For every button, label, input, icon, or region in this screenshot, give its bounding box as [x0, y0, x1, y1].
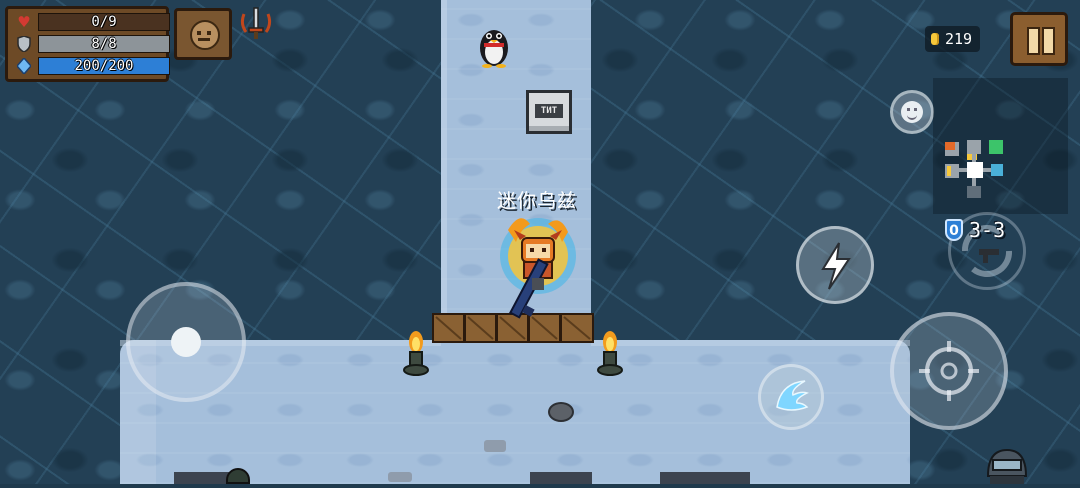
debris [388, 472, 412, 482]
rock [548, 402, 574, 422]
stone-block [530, 472, 592, 484]
minimap-room [989, 140, 1003, 154]
emote-button[interactable] [890, 90, 934, 134]
crosshair-icon [919, 341, 979, 401]
coin-count: 219 [945, 30, 973, 48]
debris [484, 440, 506, 452]
minimap-current-room [967, 162, 983, 178]
armor-row: 8/8 [14, 35, 170, 54]
coin-counter: 219 [925, 26, 981, 52]
armor-bar: 8/8 [38, 35, 170, 53]
minimap-room [967, 186, 981, 198]
smiley-icon [901, 101, 923, 123]
minimap-corridor [972, 178, 976, 186]
player-character [490, 210, 586, 326]
minimap-corridor [983, 168, 991, 172]
armor-value: 8/8 [91, 36, 117, 52]
pause-icon [1027, 27, 1040, 55]
corridor-edge [441, 0, 447, 340]
player-name-label: 迷你乌兹 [496, 190, 577, 212]
attack-button[interactable] [890, 312, 1008, 430]
minimap-room-start [945, 142, 955, 150]
minimap-room [967, 140, 981, 154]
tnt-label: TNT [535, 104, 563, 118]
torch-right [596, 330, 624, 376]
character-portrait-button[interactable] [174, 8, 232, 60]
stone-block [660, 472, 750, 484]
penguin-pet [476, 24, 512, 68]
tnt-crate: TNT [526, 90, 572, 134]
level-indicator: 0 3-3 [945, 218, 1005, 242]
level-badge-icon: 0 [945, 219, 963, 241]
energy-value: 200/200 [74, 58, 134, 74]
minimap-corridor [959, 168, 967, 172]
pause-icon [1042, 27, 1055, 55]
helmet-icon[interactable] [984, 446, 1030, 484]
movement-joystick[interactable] [126, 282, 246, 402]
minimap-corridor [972, 154, 976, 162]
minimap-room [991, 164, 1003, 176]
heart-icon: ♥ [17, 13, 31, 31]
lightning-icon [821, 242, 851, 290]
health-bar: 0/9 [38, 13, 170, 31]
character-face-icon [190, 20, 220, 50]
shield-icon [16, 36, 32, 52]
energy-row: 200/200 [14, 57, 170, 76]
room-edge [591, 340, 910, 346]
skill-button[interactable] [796, 226, 874, 304]
minimap[interactable] [933, 78, 1068, 214]
coin-icon [931, 33, 939, 45]
player-stats-panel: ♥ 0/9 8/8 200/200 [5, 6, 170, 82]
special-skill-button[interactable] [758, 364, 824, 430]
wing-icon [776, 380, 809, 411]
level-text: 3-3 [969, 218, 1006, 242]
health-row: ♥ 0/9 [14, 13, 170, 32]
health-value: 0/9 [91, 14, 117, 30]
energy-bar: 200/200 [38, 57, 170, 75]
minimap-room [947, 166, 951, 176]
sword-buff-icon [238, 6, 274, 42]
pause-button[interactable] [1010, 12, 1068, 66]
torch-left [402, 330, 430, 376]
joystick-knob[interactable] [171, 327, 201, 357]
diamond-icon [16, 58, 32, 74]
